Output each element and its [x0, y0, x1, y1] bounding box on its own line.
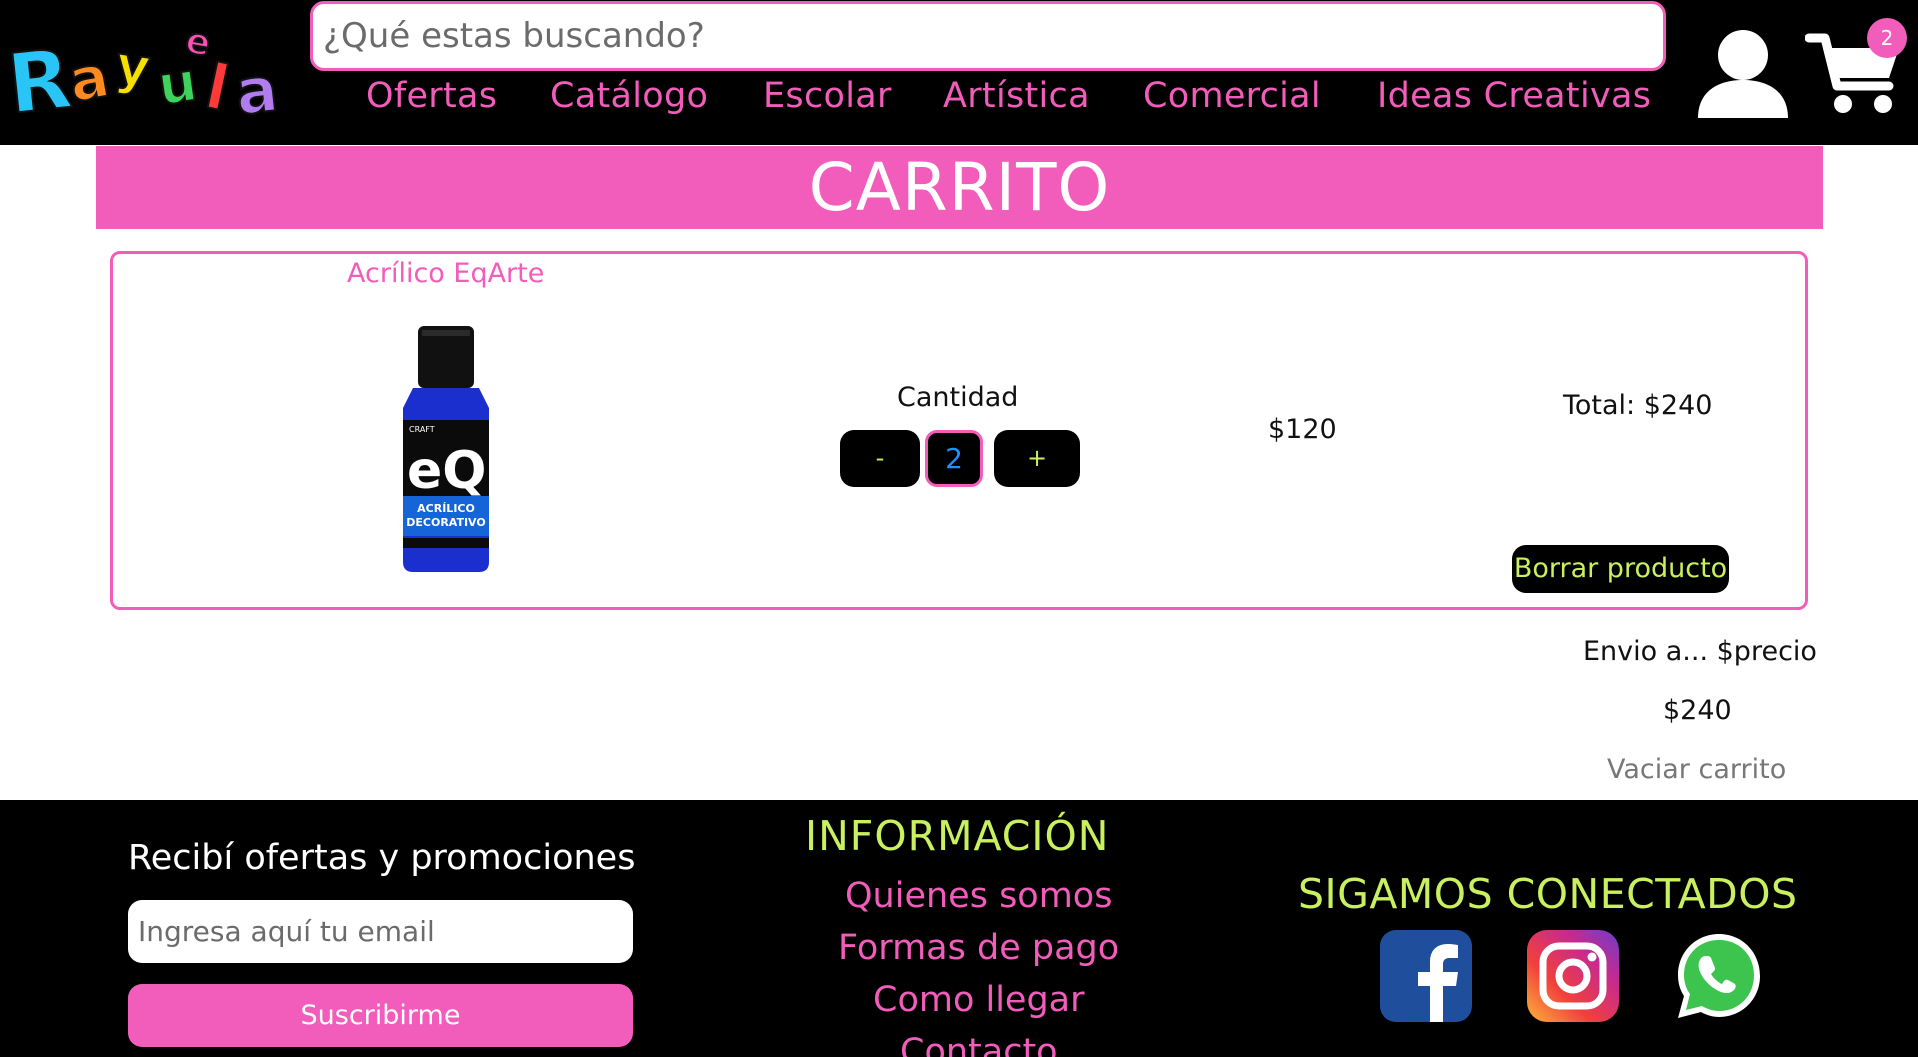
newsletter-title: Recibí ofertas y promociones [128, 838, 636, 878]
quantity-label: Cantidad [897, 382, 1019, 413]
search-box [310, 1, 1666, 71]
svg-text:a: a [232, 52, 281, 122]
cart-count-badge: 2 [1867, 18, 1907, 58]
info-link-quienes-somos[interactable]: Quienes somos [845, 876, 1112, 916]
svg-text:CRAFT: CRAFT [409, 425, 435, 434]
svg-text:eQ: eQ [407, 441, 486, 501]
nav-item-ofertas[interactable]: Ofertas [366, 76, 497, 116]
page-title-bar: CARRITO [96, 146, 1823, 229]
delete-product-button[interactable]: Borrar producto [1512, 545, 1729, 593]
svg-text:e: e [183, 22, 214, 65]
cart-grand-total: $240 [1663, 695, 1732, 726]
whatsapp-icon[interactable] [1673, 930, 1765, 1022]
info-link-como-llegar[interactable]: Como llegar [873, 980, 1085, 1020]
nav-item-ideas-creativas[interactable]: Ideas Creativas [1377, 76, 1651, 116]
product-image: CRAFT eQ ACRÍLICO DECORATIVO [403, 326, 489, 572]
svg-text:y: y [112, 35, 154, 99]
item-total: Total: $240 [1563, 390, 1713, 421]
info-title: INFORMACIÓN [805, 812, 1110, 860]
facebook-icon[interactable] [1380, 930, 1472, 1022]
svg-text:DECORATIVO: DECORATIVO [406, 516, 485, 529]
svg-text:R: R [8, 32, 76, 122]
nav-item-comercial[interactable]: Comercial [1143, 76, 1321, 116]
nav-item-escolar[interactable]: Escolar [763, 76, 892, 116]
info-link-contacto[interactable]: Contacto [900, 1032, 1058, 1057]
clear-cart-link[interactable]: Vaciar carrito [1607, 754, 1786, 785]
info-link-formas-de-pago[interactable]: Formas de pago [838, 928, 1119, 968]
subscribe-button[interactable]: Suscribirme [128, 984, 633, 1047]
quantity-value: 2 [925, 430, 983, 487]
site-footer: Recibí ofertas y promociones Suscribirme… [0, 800, 1918, 1057]
product-name[interactable]: Acrílico EqArte [347, 258, 544, 289]
newsletter-email-input[interactable] [128, 900, 633, 963]
svg-text:ACRÍLICO: ACRÍLICO [417, 502, 475, 515]
nav-item-catalogo[interactable]: Catálogo [550, 76, 708, 116]
increase-quantity-button[interactable]: + [994, 430, 1080, 487]
unit-price: $120 [1268, 414, 1337, 445]
rayuela-logo[interactable]: R a y u e l a [8, 22, 293, 122]
shipping-cost: Envio a... $precio [1583, 636, 1817, 667]
page-title: CARRITO [808, 149, 1111, 226]
instagram-icon[interactable] [1527, 930, 1619, 1022]
nav-item-artistica[interactable]: Artística [943, 76, 1090, 116]
user-icon[interactable] [1690, 28, 1796, 120]
decrease-quantity-button[interactable]: - [840, 430, 920, 487]
cart-item-card: Acrílico EqArte CRAFT eQ ACRÍLICO DECORA… [110, 251, 1808, 610]
site-header: R a y u e l a Ofertas Catálogo Escolar A… [0, 0, 1918, 145]
search-input[interactable] [313, 4, 1663, 68]
social-title: SIGAMOS CONECTADOS [1298, 870, 1798, 918]
